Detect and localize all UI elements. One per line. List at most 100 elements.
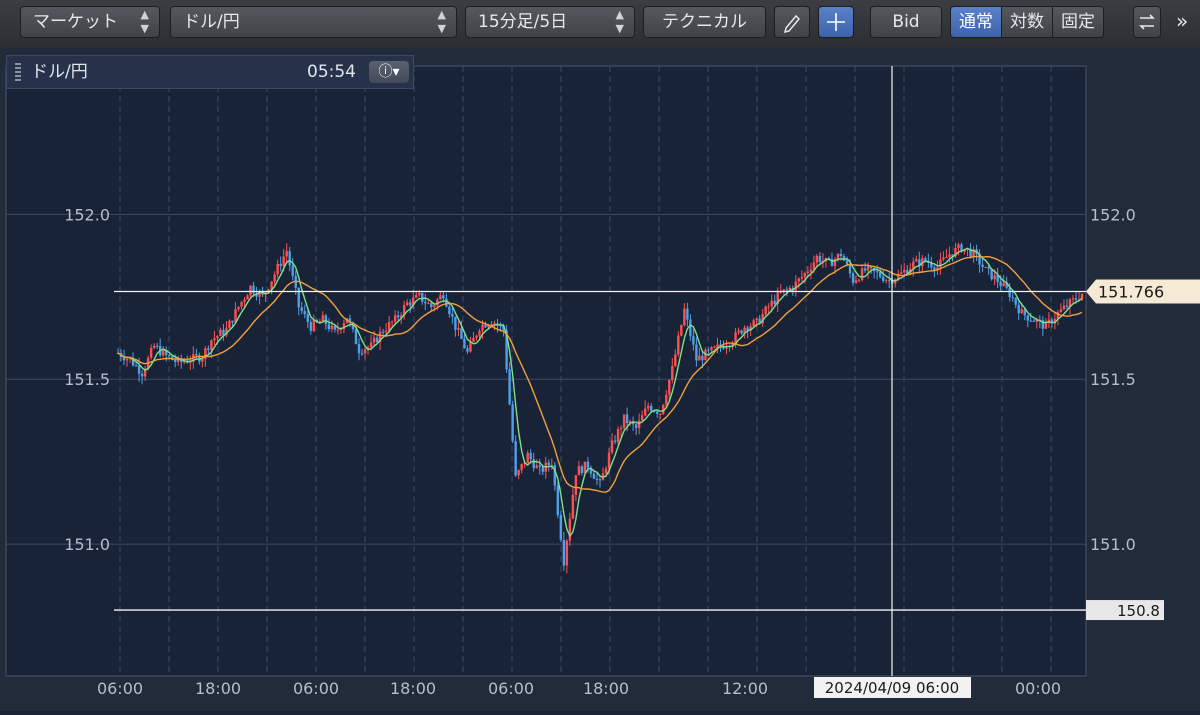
chart-legend[interactable]: ドル/円 05:54 ⓘ▾	[6, 55, 414, 89]
candle-body	[842, 256, 846, 261]
candle-body	[686, 308, 689, 320]
candle-body	[231, 320, 234, 323]
candle-body	[330, 325, 334, 330]
candle-body	[246, 295, 249, 300]
market-select-label: マーケット	[33, 12, 118, 32]
crosshair-time-label: 2024/04/09 06:00	[825, 679, 959, 697]
toolbar: マーケット ▲ ▼ ドル/円 ▲ ▼ 15分足/5日 ▲ ▼ テクニカル Bid 通常…	[0, 0, 1200, 49]
candle-body	[809, 269, 813, 272]
candle-body	[183, 361, 186, 363]
candle-body	[562, 539, 566, 566]
candle-body	[463, 338, 466, 349]
candle-body	[987, 266, 990, 269]
price-chart[interactable]: 152.0 152.0 151.5 151.5 151.0 151.0 06:00 18:0…	[0, 48, 1200, 711]
candle-body	[276, 263, 279, 275]
x-tick-label: 06:00	[97, 679, 143, 698]
candle-body	[1065, 305, 1069, 308]
candle-body	[363, 349, 367, 354]
candle-body	[610, 440, 614, 453]
candle-body	[249, 285, 252, 296]
candle-body	[770, 300, 773, 307]
candle-body	[152, 345, 156, 349]
drag-handle-icon[interactable]	[15, 63, 21, 81]
candle-body	[140, 373, 144, 377]
candle-body	[1011, 297, 1014, 299]
candle-body	[439, 295, 442, 300]
candle-body	[818, 256, 822, 263]
candle-body	[1017, 304, 1020, 314]
candle-body	[243, 299, 246, 302]
candle-body	[375, 337, 379, 343]
candle-body	[303, 311, 306, 315]
candle-body	[692, 336, 695, 345]
candle-body	[836, 253, 840, 260]
candle-body	[622, 414, 626, 428]
candle-body	[625, 414, 629, 424]
candle-body	[586, 461, 590, 468]
candle-body	[538, 465, 541, 467]
crosshair-button[interactable]	[818, 6, 854, 38]
candle-body	[481, 324, 484, 331]
candle-body	[915, 259, 918, 262]
candle-body	[219, 329, 222, 337]
candle-body	[571, 494, 575, 519]
candle-body	[698, 355, 701, 361]
candle-body	[668, 379, 671, 395]
candle-body	[592, 473, 596, 479]
candle-body	[878, 271, 882, 277]
symbol-select[interactable]: ドル/円 ▲ ▼	[170, 6, 457, 38]
swap-button[interactable]	[1133, 6, 1161, 38]
candle-body	[137, 365, 141, 374]
candle-body	[794, 281, 798, 291]
candle-body	[454, 316, 457, 330]
candle-body	[393, 315, 397, 322]
candle-body	[683, 308, 686, 326]
candle-body	[565, 540, 569, 566]
market-select[interactable]: マーケット ▲ ▼	[20, 6, 160, 38]
candle-body	[1029, 320, 1032, 322]
draw-button[interactable]	[774, 6, 810, 38]
y-tick-label-left: 152.0	[64, 205, 110, 224]
candle-body	[149, 348, 153, 358]
candle-body	[306, 314, 309, 323]
candle-body	[207, 348, 210, 351]
candle-body	[689, 319, 692, 337]
candle-body	[517, 470, 520, 476]
scale-mode-fixed[interactable]: 固定	[1052, 7, 1103, 37]
scale-mode-log[interactable]: 対数	[1001, 7, 1052, 37]
info-button[interactable]: ⓘ▾	[369, 61, 409, 83]
candle-body	[984, 266, 987, 268]
candle-body	[888, 280, 891, 282]
candle-body	[815, 256, 819, 263]
candle-body	[767, 306, 770, 308]
candle-body	[710, 347, 713, 351]
technical-button-label: テクニカル	[662, 12, 747, 32]
chart-area[interactable]: 152.0 152.0 151.5 151.5 151.0 151.0 06:00 18:0…	[0, 48, 1200, 711]
candle-body	[1002, 282, 1005, 286]
candle-body	[396, 315, 400, 318]
candle-body	[406, 302, 409, 306]
candle-body	[442, 295, 445, 299]
candle-body	[857, 280, 861, 282]
scale-mode-normal[interactable]: 通常	[951, 7, 1001, 37]
candle-body	[409, 302, 412, 306]
candle-body	[1062, 305, 1066, 310]
candle-body	[415, 294, 418, 298]
candle-body	[201, 358, 204, 362]
candle-body	[613, 440, 617, 442]
candle-body	[288, 251, 291, 266]
candle-body	[354, 329, 358, 345]
candle-body	[881, 276, 885, 281]
candle-body	[788, 287, 791, 290]
period-select[interactable]: 15分足/5日 ▲ ▼	[465, 6, 635, 38]
price-type-button[interactable]: Bid	[870, 6, 942, 38]
candle-body	[800, 276, 804, 279]
candle-body	[291, 265, 294, 276]
candle-body	[616, 429, 620, 442]
current-price-tag: 151.766	[1086, 279, 1200, 304]
candle-body	[948, 254, 951, 258]
more-button[interactable]: »	[1176, 6, 1200, 38]
technical-button[interactable]: テクニカル	[643, 6, 766, 38]
candle-body	[357, 344, 361, 354]
candle-body	[695, 344, 698, 361]
